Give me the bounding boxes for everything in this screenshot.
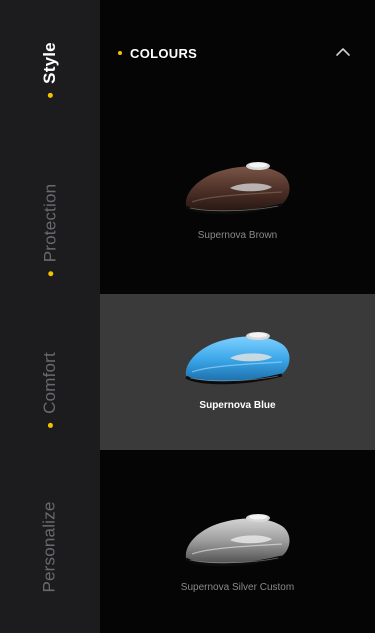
- fuel-tank-image: [184, 514, 289, 567]
- fuel-tank-image: [184, 162, 289, 215]
- sidebar-item-label: Style: [39, 42, 59, 84]
- chevron-up-icon[interactable]: [333, 42, 353, 62]
- sidebar-item-label: Personalize: [40, 500, 59, 593]
- colour-option-label: Supernova Brown: [197, 230, 278, 241]
- active-dot-icon: [47, 92, 53, 98]
- bullet-dot-icon: [47, 271, 53, 277]
- colour-option-supernova-brown[interactable]: Supernova Brown: [100, 120, 375, 280]
- sidebar-item-label: Comfort: [39, 352, 59, 414]
- colour-option-label: Supernova Blue: [199, 400, 276, 411]
- sidebar-item-style[interactable]: Style: [0, 0, 100, 140]
- sidebar-item-comfort[interactable]: Comfort: [0, 320, 100, 460]
- bullet-dot-icon: [47, 422, 53, 428]
- configurator-screen: Style Protection Comfort Personalize COL…: [0, 0, 375, 633]
- sidebar-item-label: Protection: [39, 183, 59, 263]
- fuel-tank-image: [184, 332, 289, 385]
- colour-option-label: Supernova Silver Custom: [180, 582, 295, 593]
- colour-option-supernova-blue[interactable]: Supernova Blue: [100, 294, 375, 450]
- colour-option-supernova-silver-custom[interactable]: Supernova Silver Custom: [100, 460, 375, 633]
- section-dot-icon: [118, 51, 122, 55]
- sidebar-item-protection[interactable]: Protection: [0, 140, 100, 320]
- section-title: COLOURS: [130, 45, 198, 61]
- sidebar-item-personalize[interactable]: Personalize: [0, 460, 100, 633]
- category-sidebar: Style Protection Comfort Personalize: [0, 0, 100, 633]
- colours-section-header[interactable]: COLOURS: [100, 28, 375, 78]
